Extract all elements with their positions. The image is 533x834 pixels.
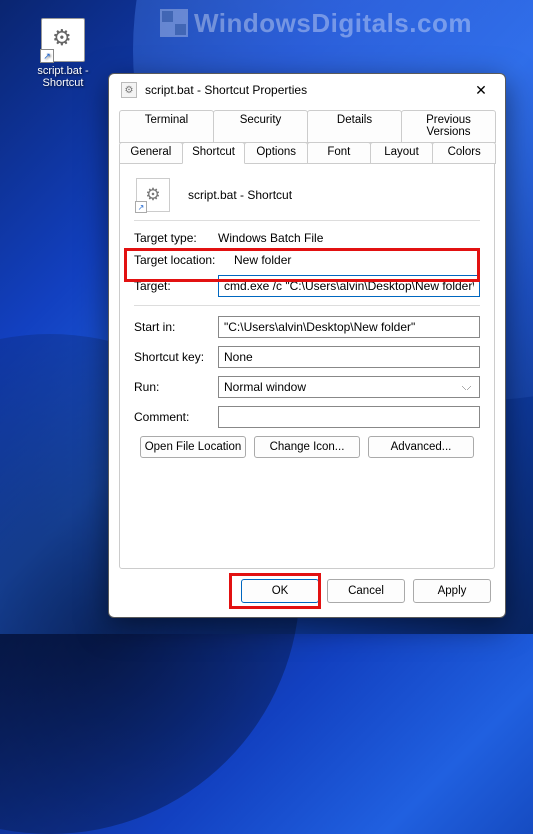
watermark: WindowsDigitals.com [160,8,472,39]
target-input[interactable] [218,275,480,297]
label-run: Run: [134,380,218,394]
tab-terminal[interactable]: Terminal [119,110,214,143]
close-button[interactable]: ✕ [467,80,495,100]
tab-options[interactable]: Options [244,142,308,164]
label-target-location: Target location: [134,253,234,267]
dialog-footer: OK Cancel Apply [109,569,505,617]
change-icon-button[interactable]: Change Icon... [254,436,360,458]
shortcut-name: script.bat - Shortcut [188,188,292,202]
label-start-in: Start in: [134,320,218,334]
label-shortcut-key: Shortcut key: [134,350,218,364]
divider [134,220,480,221]
tab-layout[interactable]: Layout [370,142,434,164]
value-target-location: New folder [234,253,480,267]
tab-security[interactable]: Security [213,110,308,143]
start-in-input[interactable] [218,316,480,338]
tab-general[interactable]: General [119,142,183,164]
tab-details[interactable]: Details [307,110,402,143]
advanced-button[interactable]: Advanced... [368,436,474,458]
watermark-text: WindowsDigitals.com [194,8,472,38]
label-target-type: Target type: [134,231,218,245]
label-target: Target: [134,279,218,293]
watermark-logo-icon [160,9,188,37]
properties-dialog: ⚙ script.bat - Shortcut Properties ✕ Ter… [108,73,506,618]
value-target-type: Windows Batch File [218,231,480,245]
label-comment: Comment: [134,410,218,424]
open-file-location-button[interactable]: Open File Location [140,436,246,458]
apply-button[interactable]: Apply [413,579,491,603]
tab-previous-versions[interactable]: Previous Versions [401,110,496,143]
shortcut-arrow-icon: ↗ [135,201,147,213]
titlebar-icon: ⚙ [121,82,137,98]
shortcut-arrow-icon: ↗ [40,49,54,63]
tab-font[interactable]: Font [307,142,371,164]
cancel-button[interactable]: Cancel [327,579,405,603]
bat-file-icon: ↗ [41,18,85,62]
tab-panel-shortcut: ⚙ ↗ script.bat - Shortcut Target type: W… [119,163,495,569]
shortcut-key-input[interactable] [218,346,480,368]
dialog-title: script.bat - Shortcut Properties [145,83,307,97]
titlebar[interactable]: ⚙ script.bat - Shortcut Properties ✕ [109,74,505,104]
close-icon: ✕ [475,82,487,99]
tab-shortcut[interactable]: Shortcut [182,142,246,164]
tab-colors[interactable]: Colors [432,142,496,164]
ok-button[interactable]: OK [241,579,319,603]
tabstrip: Terminal Security Details Previous Versi… [109,104,505,164]
desktop-shortcut-label: script.bat - Shortcut [28,65,98,89]
shortcut-large-icon: ⚙ ↗ [136,178,170,212]
comment-input[interactable] [218,406,480,428]
desktop-shortcut[interactable]: ↗ script.bat - Shortcut [28,18,98,89]
run-select[interactable]: Normal window [218,376,480,398]
divider [134,305,480,306]
